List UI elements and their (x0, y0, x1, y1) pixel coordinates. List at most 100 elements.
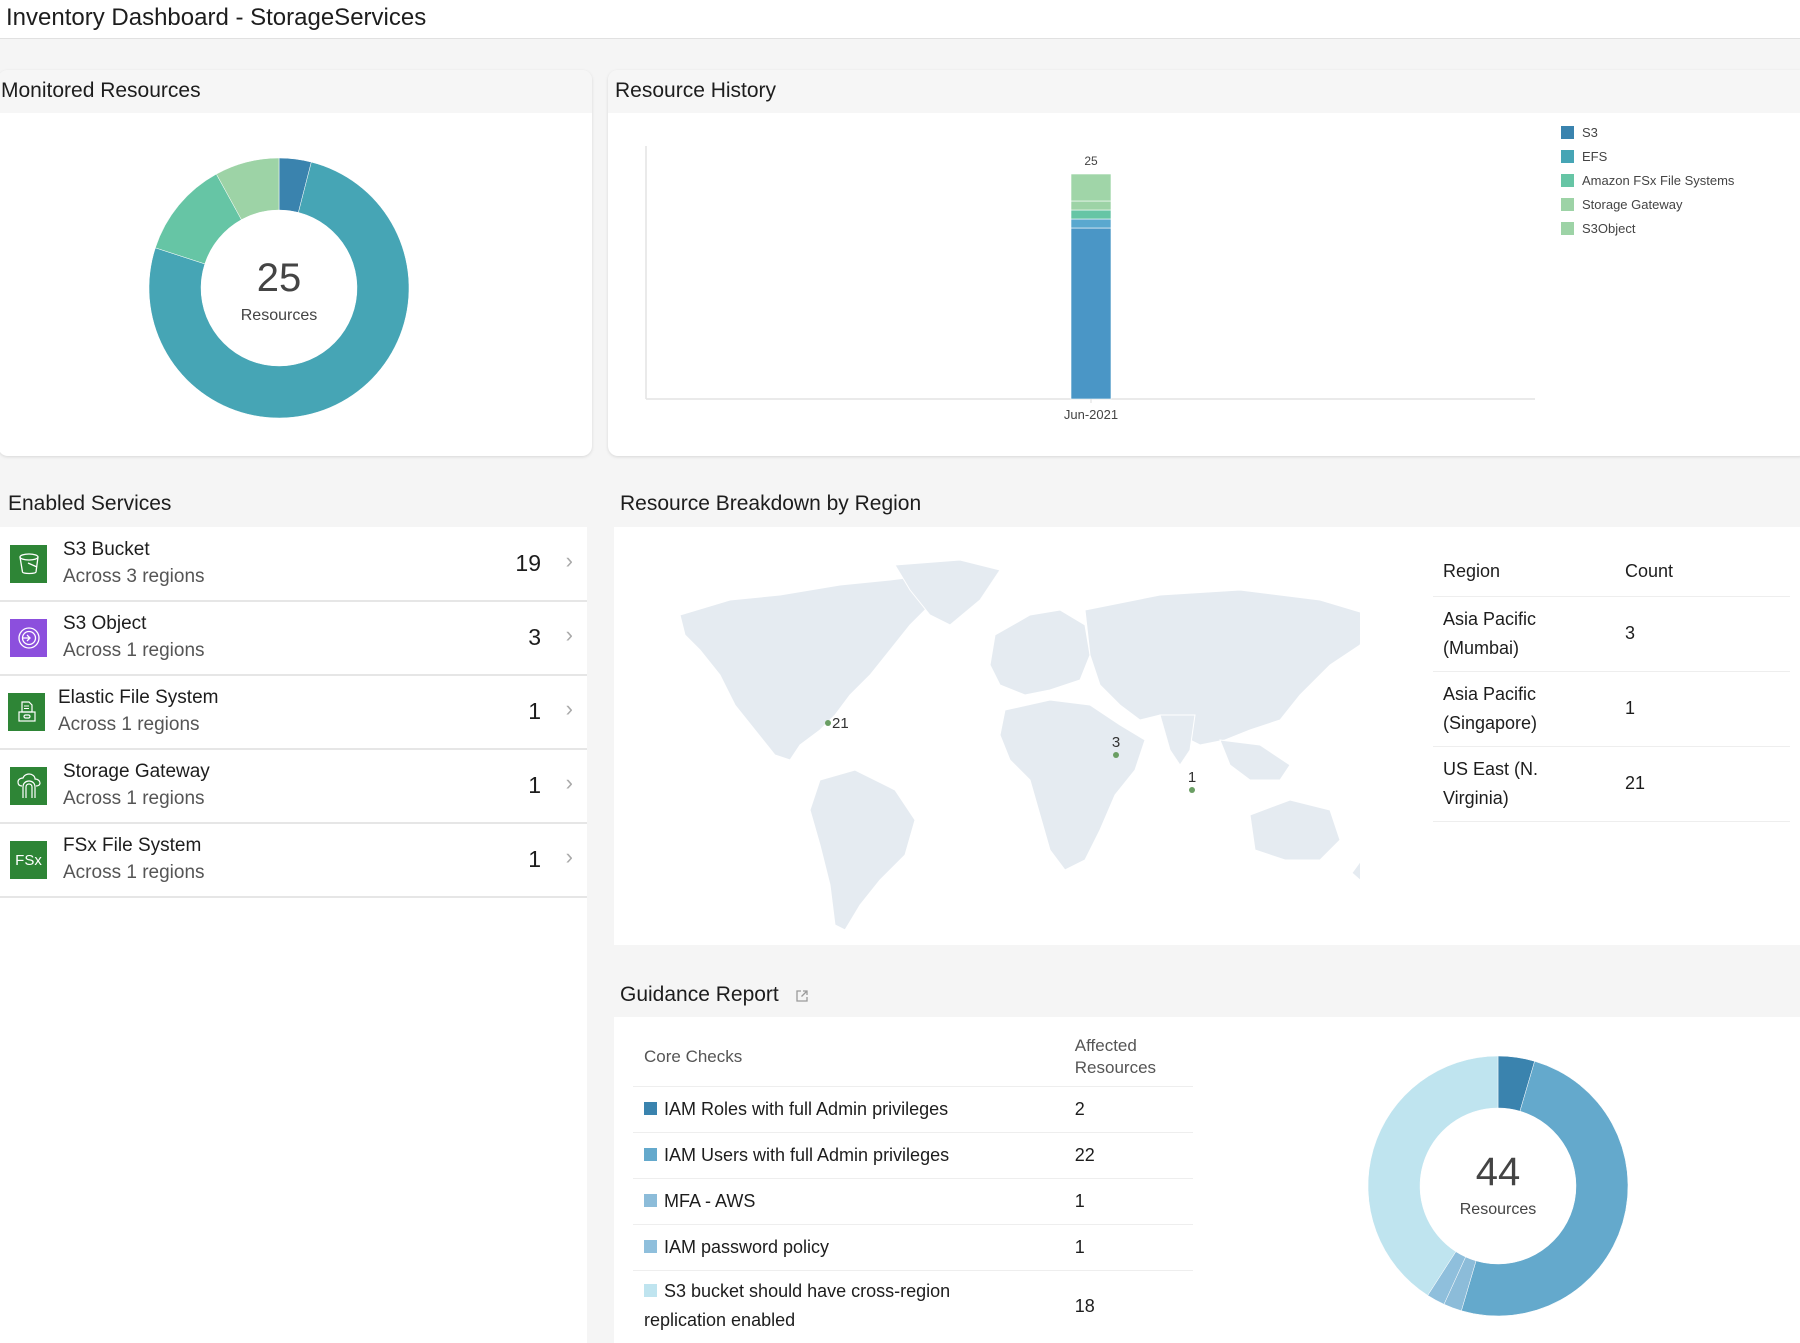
region-breakdown-title: Resource Breakdown by Region (620, 492, 922, 515)
service-region-count: Across 1 regions (58, 714, 200, 735)
fsx-icon: FSx (10, 841, 47, 879)
bar-segment-s3[interactable] (1070, 227, 1112, 400)
guidance-check: IAM password policy (633, 1224, 1064, 1271)
service-resource-count: 19 (515, 550, 541, 576)
guidance-affected-count: 1 (1063, 1224, 1193, 1271)
service-resource-count: 1 (528, 698, 541, 724)
external-link-icon[interactable] (795, 985, 809, 1009)
map-south-america (809, 769, 916, 931)
guidance-table-header: Core Checks Affected Resources (633, 1028, 1193, 1087)
service-row-s3-object[interactable]: S3 Object Across 1 regions 3 › (0, 602, 587, 676)
region-count: 3 (1615, 596, 1790, 672)
resource-history-legend: S3 EFS Amazon FSx File Systems Storage Gate… (1561, 120, 1734, 240)
legend-label: S3Object (1582, 220, 1636, 236)
bar-segment-efs[interactable] (1070, 218, 1112, 229)
map-marker[interactable] (825, 720, 831, 726)
efs-icon (8, 693, 45, 731)
region-name: Asia Pacific (Singapore) (1433, 671, 1615, 747)
legend-swatch (1561, 125, 1574, 139)
x-tick-label: Jun-2021 (1064, 407, 1118, 422)
count-column-header: Count (1615, 548, 1790, 597)
service-resource-count: 1 (528, 772, 541, 798)
guidance-affected-count: 1 (1063, 1178, 1193, 1225)
chevron-right-icon[interactable]: › (566, 770, 573, 796)
chevron-right-icon[interactable]: › (566, 844, 573, 870)
region-count: 21 (1615, 746, 1790, 822)
map-africa (999, 699, 1146, 871)
guidance-row[interactable]: IAM Roles with full Admin privileges 2 (633, 1086, 1193, 1133)
map-north-america (679, 574, 941, 761)
guidance-row[interactable]: S3 bucket should have cross-region repli… (633, 1270, 1193, 1342)
region-count: 1 (1615, 671, 1790, 747)
region-column-header: Region (1433, 548, 1615, 597)
service-name: S3 Object (63, 613, 147, 634)
service-row-elastic-file-system[interactable]: Elastic File System Across 1 regions 1 › (0, 676, 587, 750)
guidance-check: MFA - AWS (633, 1178, 1064, 1225)
legend-item-efs[interactable]: EFS (1561, 144, 1734, 168)
legend-item-s3object[interactable]: S3Object (1561, 216, 1734, 240)
legend-swatch (644, 1193, 657, 1207)
map-marker-label: 1 (1188, 769, 1196, 786)
region-row[interactable]: Asia Pacific (Mumbai) 3 (1433, 596, 1790, 672)
service-name: FSx File System (63, 835, 202, 856)
legend-label: Storage Gateway (1582, 196, 1683, 212)
legend-label: Amazon FSx File Systems (1582, 172, 1735, 188)
world-map[interactable]: 21 3 1 (640, 555, 1360, 935)
legend-swatch (644, 1147, 657, 1161)
map-india (1159, 714, 1196, 766)
guidance-row[interactable]: IAM Users with full Admin privileges 22 (633, 1132, 1193, 1179)
guidance-check-label: IAM Users with full Admin privileges (664, 1144, 950, 1165)
s3-bucket-icon (10, 545, 47, 583)
guidance-check-label: IAM Roles with full Admin privileges (664, 1098, 949, 1119)
map-marker-label: 21 (832, 715, 849, 732)
legend-swatch (644, 1101, 657, 1115)
service-name: Storage Gateway (63, 761, 210, 782)
service-resource-count: 3 (528, 624, 541, 650)
service-region-count: Across 1 regions (63, 788, 205, 809)
s3-object-icon (10, 619, 47, 657)
legend-item-s3[interactable]: S3 (1561, 120, 1734, 144)
core-checks-column-header: Core Checks (633, 1028, 1064, 1087)
legend-swatch (644, 1284, 657, 1298)
region-table-header: Region Count (1433, 548, 1790, 597)
region-row[interactable]: US East (N. Virginia) 21 (1433, 746, 1790, 822)
guidance-row[interactable]: IAM password policy 1 (633, 1224, 1193, 1271)
service-row-fsx-file-system[interactable]: FSx FSx File System Across 1 regions 1 › (0, 824, 587, 898)
enabled-services-title: Enabled Services (8, 492, 172, 515)
legend-item-storage-gateway[interactable]: Storage Gateway (1561, 192, 1734, 216)
map-se-asia (1219, 739, 1291, 781)
guidance-check: S3 bucket should have cross-region repli… (633, 1270, 1064, 1342)
map-asia (1084, 589, 1360, 746)
legend-swatch (1561, 197, 1574, 211)
legend-swatch (644, 1239, 657, 1253)
bar-segment-s3object[interactable] (1070, 173, 1112, 202)
guidance-total-number: 44 (1475, 1150, 1521, 1194)
bar-segment-amazon-fsx-file-systems[interactable] (1070, 209, 1112, 220)
legend-label: S3 (1582, 124, 1598, 140)
guidance-total-label: Resources (1459, 1201, 1537, 1218)
map-marker[interactable] (1189, 787, 1195, 793)
guidance-check: IAM Roles with full Admin privileges (633, 1086, 1064, 1133)
guidance-row[interactable]: MFA - AWS 1 (633, 1178, 1193, 1225)
map-marker[interactable] (1113, 752, 1119, 758)
region-row[interactable]: Asia Pacific (Singapore) 1 (1433, 671, 1790, 747)
legend-item-amazon-fsx-file-systems[interactable]: Amazon FSx File Systems (1561, 168, 1734, 192)
service-region-count: Across 1 regions (63, 862, 205, 883)
guidance-total: 44 Resources (1398, 1150, 1598, 1219)
chevron-right-icon[interactable]: › (566, 622, 573, 648)
guidance-check-label: MFA - AWS (664, 1190, 756, 1211)
service-name: Elastic File System (58, 687, 219, 708)
bar-total-label: 25 (1084, 154, 1098, 168)
service-region-count: Across 3 regions (63, 566, 205, 587)
affected-resources-column-header: Affected Resources (1063, 1028, 1193, 1087)
guidance-affected-count: 22 (1063, 1132, 1193, 1179)
chevron-right-icon[interactable]: › (566, 548, 573, 574)
service-row-storage-gateway[interactable]: Storage Gateway Across 1 regions 1 › (0, 750, 587, 824)
map-new-zealand (1351, 861, 1360, 881)
guidance-affected-count: 2 (1063, 1086, 1193, 1133)
guidance-check-label: IAM password policy (664, 1236, 830, 1257)
legend-swatch (1561, 149, 1574, 163)
bar-segment-storage-gateway[interactable] (1070, 200, 1112, 211)
service-row-s3-bucket[interactable]: S3 Bucket Across 3 regions 19 › (0, 528, 587, 602)
chevron-right-icon[interactable]: › (566, 696, 573, 722)
